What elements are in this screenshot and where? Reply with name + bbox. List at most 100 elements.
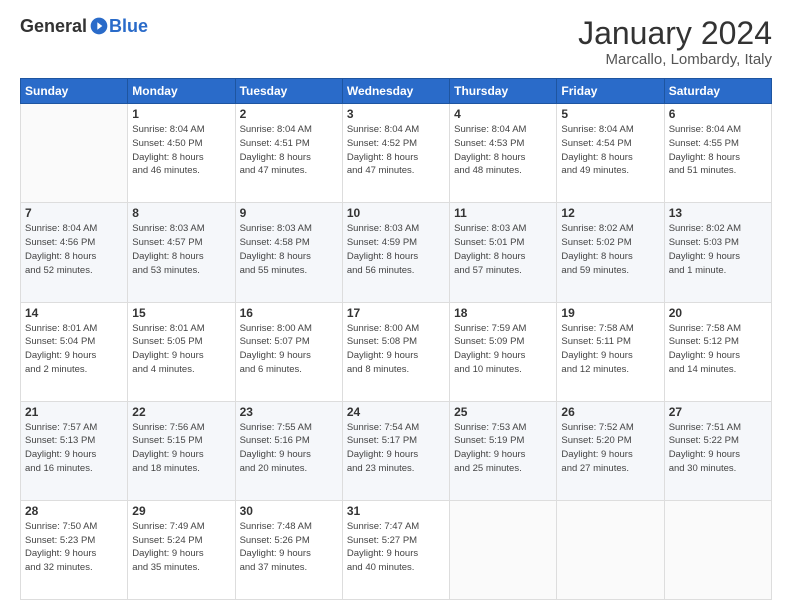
calendar-cell: 13 Sunrise: 8:02 AMSunset: 5:03 PMDayligh… (664, 203, 771, 302)
title-block: January 2024 Marcallo, Lombardy, Italy (578, 16, 772, 68)
calendar-header-thursday: Thursday (450, 79, 557, 104)
calendar-cell: 28 Sunrise: 7:50 AMSunset: 5:23 PMDayligh… (21, 500, 128, 599)
calendar-week-5: 28 Sunrise: 7:50 AMSunset: 5:23 PMDayligh… (21, 500, 772, 599)
day-info: Sunrise: 8:03 AMSunset: 4:59 PMDaylight:… (347, 222, 445, 277)
day-info: Sunrise: 7:59 AMSunset: 5:09 PMDaylight:… (454, 322, 552, 377)
day-info: Sunrise: 7:54 AMSunset: 5:17 PMDaylight:… (347, 421, 445, 476)
day-number: 26 (561, 405, 659, 419)
calendar-cell: 24 Sunrise: 7:54 AMSunset: 5:17 PMDayligh… (342, 401, 449, 500)
day-info: Sunrise: 8:04 AMSunset: 4:55 PMDaylight:… (669, 123, 767, 178)
day-info: Sunrise: 7:51 AMSunset: 5:22 PMDaylight:… (669, 421, 767, 476)
location: Marcallo, Lombardy, Italy (578, 51, 772, 68)
day-info: Sunrise: 7:53 AMSunset: 5:19 PMDaylight:… (454, 421, 552, 476)
calendar-cell: 12 Sunrise: 8:02 AMSunset: 5:02 PMDayligh… (557, 203, 664, 302)
day-number: 8 (132, 206, 230, 220)
day-number: 5 (561, 107, 659, 121)
day-info: Sunrise: 7:50 AMSunset: 5:23 PMDaylight:… (25, 520, 123, 575)
calendar-cell (450, 500, 557, 599)
calendar-week-1: 1Sunrise: 8:04 AMSunset: 4:50 PMDaylight… (21, 104, 772, 203)
calendar-cell: 31 Sunrise: 7:47 AMSunset: 5:27 PMDayligh… (342, 500, 449, 599)
day-number: 12 (561, 206, 659, 220)
calendar-cell (21, 104, 128, 203)
calendar-header-sunday: Sunday (21, 79, 128, 104)
calendar-cell: 5 Sunrise: 8:04 AMSunset: 4:54 PMDaylight… (557, 104, 664, 203)
day-info: Sunrise: 7:57 AMSunset: 5:13 PMDaylight:… (25, 421, 123, 476)
calendar-cell: 30 Sunrise: 7:48 AMSunset: 5:26 PMDayligh… (235, 500, 342, 599)
calendar-header-monday: Monday (128, 79, 235, 104)
day-number: 27 (669, 405, 767, 419)
day-number: 19 (561, 306, 659, 320)
calendar-week-4: 21Sunrise: 7:57 AMSunset: 5:13 PMDayligh… (21, 401, 772, 500)
day-number: 14 (25, 306, 123, 320)
day-number: 22 (132, 405, 230, 419)
day-info: Sunrise: 7:48 AMSunset: 5:26 PMDaylight:… (240, 520, 338, 575)
day-info: Sunrise: 8:04 AMSunset: 4:52 PMDaylight:… (347, 123, 445, 178)
day-number: 6 (669, 107, 767, 121)
day-number: 20 (669, 306, 767, 320)
calendar-cell: 15 Sunrise: 8:01 AMSunset: 5:05 PMDayligh… (128, 302, 235, 401)
calendar-cell (557, 500, 664, 599)
day-info: Sunrise: 7:58 AMSunset: 5:11 PMDaylight:… (561, 322, 659, 377)
calendar-cell: 7 Sunrise: 8:04 AMSunset: 4:56 PMDaylight… (21, 203, 128, 302)
calendar-cell: 18 Sunrise: 7:59 AMSunset: 5:09 PMDayligh… (450, 302, 557, 401)
calendar-cell: 17 Sunrise: 8:00 AMSunset: 5:08 PMDayligh… (342, 302, 449, 401)
calendar-cell: 27 Sunrise: 7:51 AMSunset: 5:22 PMDayligh… (664, 401, 771, 500)
day-number: 24 (347, 405, 445, 419)
day-info: Sunrise: 7:49 AMSunset: 5:24 PMDaylight:… (132, 520, 230, 575)
day-info: Sunrise: 8:04 AMSunset: 4:56 PMDaylight:… (25, 222, 123, 277)
day-number: 30 (240, 504, 338, 518)
day-number: 25 (454, 405, 552, 419)
day-number: 11 (454, 206, 552, 220)
day-number: 10 (347, 206, 445, 220)
day-number: 9 (240, 206, 338, 220)
calendar-cell: 26 Sunrise: 7:52 AMSunset: 5:20 PMDayligh… (557, 401, 664, 500)
day-number: 1 (132, 107, 230, 121)
day-number: 4 (454, 107, 552, 121)
month-title: January 2024 (578, 16, 772, 51)
calendar-header-row: SundayMondayTuesdayWednesdayThursdayFrid… (21, 79, 772, 104)
day-number: 31 (347, 504, 445, 518)
logo-icon (89, 16, 109, 36)
day-info: Sunrise: 8:00 AMSunset: 5:08 PMDaylight:… (347, 322, 445, 377)
day-number: 7 (25, 206, 123, 220)
calendar-cell: 8 Sunrise: 8:03 AMSunset: 4:57 PMDaylight… (128, 203, 235, 302)
page: General Blue January 2024 Marcallo, Lomb… (0, 0, 792, 612)
calendar-header-friday: Friday (557, 79, 664, 104)
day-info: Sunrise: 8:03 AMSunset: 4:58 PMDaylight:… (240, 222, 338, 277)
logo: General Blue (20, 16, 148, 36)
calendar-cell: 11Sunrise: 8:03 AMSunset: 5:01 PMDayligh… (450, 203, 557, 302)
day-info: Sunrise: 7:47 AMSunset: 5:27 PMDaylight:… (347, 520, 445, 575)
calendar-cell: 29Sunrise: 7:49 AMSunset: 5:24 PMDayligh… (128, 500, 235, 599)
day-info: Sunrise: 7:56 AMSunset: 5:15 PMDaylight:… (132, 421, 230, 476)
calendar-header-saturday: Saturday (664, 79, 771, 104)
calendar-week-2: 7 Sunrise: 8:04 AMSunset: 4:56 PMDaylight… (21, 203, 772, 302)
logo-general-text: General (20, 17, 87, 35)
calendar-week-3: 14 Sunrise: 8:01 AMSunset: 5:04 PMDayligh… (21, 302, 772, 401)
day-number: 16 (240, 306, 338, 320)
calendar-table: SundayMondayTuesdayWednesdayThursdayFrid… (20, 78, 772, 600)
day-info: Sunrise: 8:02 AMSunset: 5:03 PMDaylight:… (669, 222, 767, 277)
day-number: 28 (25, 504, 123, 518)
day-number: 23 (240, 405, 338, 419)
day-number: 18 (454, 306, 552, 320)
day-info: Sunrise: 7:58 AMSunset: 5:12 PMDaylight:… (669, 322, 767, 377)
calendar-cell: 23 Sunrise: 7:55 AMSunset: 5:16 PMDayligh… (235, 401, 342, 500)
calendar-cell: 1Sunrise: 8:04 AMSunset: 4:50 PMDaylight… (128, 104, 235, 203)
day-info: Sunrise: 8:04 AMSunset: 4:54 PMDaylight:… (561, 123, 659, 178)
day-number: 15 (132, 306, 230, 320)
day-info: Sunrise: 8:01 AMSunset: 5:05 PMDaylight:… (132, 322, 230, 377)
day-number: 13 (669, 206, 767, 220)
day-info: Sunrise: 7:55 AMSunset: 5:16 PMDaylight:… (240, 421, 338, 476)
calendar-cell: 4Sunrise: 8:04 AMSunset: 4:53 PMDaylight… (450, 104, 557, 203)
calendar-cell: 20 Sunrise: 7:58 AMSunset: 5:12 PMDayligh… (664, 302, 771, 401)
day-info: Sunrise: 8:01 AMSunset: 5:04 PMDaylight:… (25, 322, 123, 377)
day-number: 17 (347, 306, 445, 320)
day-info: Sunrise: 8:03 AMSunset: 4:57 PMDaylight:… (132, 222, 230, 277)
logo-blue-text: Blue (109, 17, 148, 35)
day-info: Sunrise: 7:52 AMSunset: 5:20 PMDaylight:… (561, 421, 659, 476)
day-number: 3 (347, 107, 445, 121)
calendar-cell: 6 Sunrise: 8:04 AMSunset: 4:55 PMDaylight… (664, 104, 771, 203)
day-info: Sunrise: 8:02 AMSunset: 5:02 PMDaylight:… (561, 222, 659, 277)
calendar-cell: 14 Sunrise: 8:01 AMSunset: 5:04 PMDayligh… (21, 302, 128, 401)
calendar-header-tuesday: Tuesday (235, 79, 342, 104)
